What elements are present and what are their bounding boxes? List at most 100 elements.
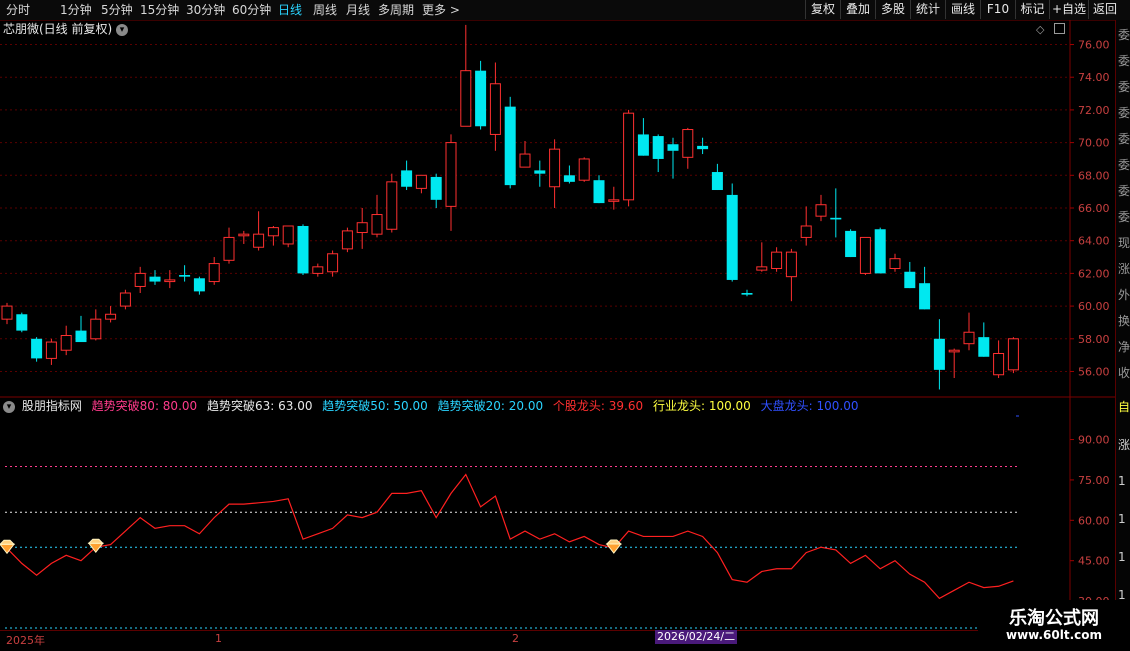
tab-weekly[interactable]: 周线 (313, 2, 337, 18)
candle-body-up (90, 318, 102, 340)
y-tick-label: 74.00 (1078, 71, 1110, 84)
stock-title-text: 芯朋微(日线 前复权) (3, 22, 113, 36)
candle-body-down (637, 134, 649, 156)
side-panel-char: 委 (1118, 210, 1130, 224)
y-tick-label: 60.00 (1078, 300, 1110, 313)
diamond-top (0, 539, 16, 545)
y-tick-label: 45.00 (1078, 555, 1110, 568)
indicator-name: 股朋指标网 (21, 399, 82, 413)
candle-body-up (223, 236, 235, 261)
y-tick-label: 60.00 (1078, 514, 1110, 527)
candle-body-up (164, 279, 176, 283)
tab-1min[interactable]: 1分钟 (60, 2, 92, 18)
candle-body-up (267, 227, 279, 237)
side-panel-char: 外 (1118, 288, 1130, 302)
y-tick-label: 62.00 (1078, 267, 1110, 280)
candle-body-up (356, 222, 368, 234)
tab-daily[interactable]: 日线 (278, 2, 302, 18)
candle-body-down (741, 293, 753, 295)
side-panel-char: 委 (1118, 184, 1130, 198)
chevron-down-icon[interactable]: ▾ (3, 400, 15, 413)
candle-body-up (800, 225, 812, 238)
stats-button[interactable]: 统计 (910, 0, 945, 19)
tab-5min[interactable]: 5分钟 (101, 2, 133, 18)
indicator-chart[interactable]: 90.0075.0060.0045.0030.00 (0, 396, 1115, 632)
y-tick-label: 76.00 (1078, 39, 1110, 52)
tab-multi-period[interactable]: 多周期 (378, 2, 414, 18)
add-watchlist-button[interactable]: +自选 (1049, 0, 1088, 19)
fuquan-button[interactable]: 复权 (805, 0, 840, 19)
candle-body-down (504, 106, 516, 186)
candle-body-down (830, 217, 842, 220)
side-panel-char: 现 (1118, 236, 1130, 250)
window-toggle-icon[interactable] (1054, 23, 1065, 34)
y-tick-label: 70.00 (1078, 137, 1110, 150)
date-axis: 2025年 1 2 (0, 630, 1070, 651)
candle-body-up (815, 204, 827, 217)
side-panel-char: 收 (1118, 366, 1130, 380)
legend-trend20: 趋势突破20: 20.00 (437, 399, 544, 413)
candle-body-down (978, 337, 990, 357)
tab-30min[interactable]: 30分钟 (186, 2, 225, 18)
candle-body-down (904, 271, 916, 289)
y-tick-label: 58.00 (1078, 333, 1110, 346)
candle-body-up (1007, 338, 1019, 371)
candlestick-chart[interactable]: 76.00 74.00 72.00 70.00 68.00 66.00 64.00 62.00… (0, 20, 1115, 398)
candle-body-down (593, 180, 605, 204)
candle-body-down (430, 176, 442, 200)
candle-body-up (105, 313, 117, 320)
candle-body-up (771, 251, 783, 269)
candle-body-up (282, 225, 294, 245)
candle-body-down (193, 278, 205, 292)
legend-market-leader: 大盘龙头: 100.00 (760, 399, 859, 413)
stock-title: 芯朋微(日线 前复权) ▾ (3, 21, 129, 37)
candle-body-up (1, 305, 13, 320)
y-tick-label: 56.00 (1078, 365, 1110, 378)
y-tick-label: 68.00 (1078, 169, 1110, 182)
side-panel-char: 委 (1118, 158, 1130, 172)
candle-body-down (845, 230, 857, 258)
back-button[interactable]: 返回 (1088, 0, 1121, 19)
y-tick-label: 75.00 (1078, 474, 1110, 487)
period-toolbar: 分时 1分钟 5分钟 15分钟 30分钟 60分钟 日线 周线 月线 多周期 更… (0, 0, 1130, 21)
candle-body-up (460, 70, 472, 127)
candle-body-down (475, 70, 487, 127)
mark-button[interactable]: 标记 (1015, 0, 1049, 19)
y-tick-label: 72.00 (1078, 104, 1110, 117)
side-panel-char: 委 (1118, 106, 1130, 120)
side-panel-char: 涨 (1118, 262, 1130, 276)
candle-body-up (993, 352, 1005, 376)
candle-body-up (371, 214, 383, 235)
candle-body-up (756, 266, 768, 271)
side-panel-char: 1 (1118, 474, 1126, 488)
tab-15min[interactable]: 15分钟 (140, 2, 179, 18)
diamond-icon[interactable]: ◇ (1036, 23, 1044, 36)
candle-body-up (386, 181, 398, 230)
candle-body-up (963, 331, 975, 345)
draw-line-button[interactable]: 画线 (945, 0, 980, 19)
candle-body-up (682, 129, 694, 158)
cursor-date-label: 2026/02/24/二 (655, 630, 738, 644)
tab-fenshi[interactable]: 分时 (6, 2, 30, 18)
candle-body-up (415, 174, 427, 189)
watermark-url: www.60lt.com (1005, 628, 1103, 642)
candle-body-up (549, 148, 561, 188)
x-label-month-2: 2 (512, 632, 519, 645)
candle-body-down (297, 225, 309, 274)
f10-button[interactable]: F10 (980, 0, 1015, 19)
overlay-button[interactable]: 叠加 (840, 0, 875, 19)
candle-body-up (623, 112, 635, 201)
tab-monthly[interactable]: 月线 (346, 2, 370, 18)
candle-body-down (534, 170, 546, 174)
side-panel-char: 委 (1118, 28, 1130, 42)
candle-body-up (578, 158, 590, 181)
side-panel-char: 净 (1118, 340, 1130, 354)
candle-body-up (785, 251, 797, 278)
multi-stock-button[interactable]: 多股 (875, 0, 910, 19)
chevron-down-icon[interactable]: ▾ (116, 23, 129, 36)
tab-more[interactable]: 更多 > (422, 2, 460, 18)
side-panel-char: 1 (1118, 512, 1126, 526)
stock-leader-line (6, 473, 1014, 600)
tab-60min[interactable]: 60分钟 (232, 2, 271, 18)
candle-body-down (401, 170, 413, 187)
